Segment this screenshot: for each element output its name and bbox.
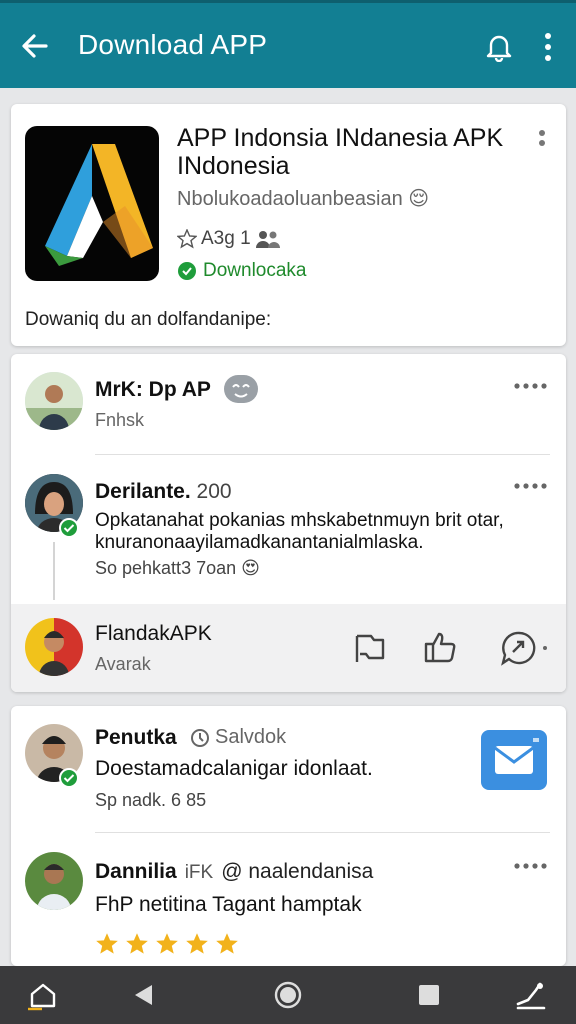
download-link[interactable]: Downlocaka <box>177 260 307 282</box>
star-icon <box>156 933 178 954</box>
verified-badge-icon <box>59 518 79 538</box>
app-logo <box>25 126 159 281</box>
post-author[interactable]: Dannilia <box>95 860 177 884</box>
nav-home-icon[interactable] <box>271 978 305 1012</box>
feed-card: Penutka Salvdok Doestamadcalanigar idonl… <box>11 706 566 966</box>
app-description: Dowaniq du an dolfandanipe: <box>25 309 272 330</box>
post-meta: So pehkatt3 7oan 😍 <box>95 558 260 578</box>
star-outline-icon <box>177 229 197 249</box>
post-actions-row: FlandakAPK Avarak <box>11 604 566 692</box>
avatar[interactable] <box>25 372 83 430</box>
star-icon <box>216 933 238 954</box>
post-handle[interactable]: @ naalendanisa <box>221 860 373 884</box>
post-body: FhP netitina Tagant hamptak <box>95 893 362 916</box>
more-horiz-icon[interactable] <box>513 382 547 390</box>
download-status-icon <box>178 262 196 280</box>
verified-badge-icon <box>59 768 79 788</box>
history-icon <box>191 728 209 747</box>
avatar[interactable] <box>25 618 83 676</box>
like-icon[interactable] <box>423 630 459 664</box>
bell-icon[interactable] <box>483 30 515 62</box>
app-bar: Download APP <box>0 0 576 88</box>
post-author[interactable]: Penutka <box>95 726 177 750</box>
post-body: Doestamadcalanigar idonlaat. <box>95 757 373 780</box>
system-nav-bar <box>0 966 576 1024</box>
star-rating <box>95 932 239 956</box>
nav-back-icon[interactable] <box>126 978 160 1012</box>
share-icon[interactable] <box>501 630 549 666</box>
post-handle-prefix: iFK <box>184 862 214 883</box>
more-horiz-icon[interactable] <box>513 482 547 490</box>
post-body: Opkatanahat pokanias mhskabetnmuyn brit … <box>95 510 504 553</box>
star-icon <box>96 933 118 954</box>
rating-row: A3g 1 <box>177 228 281 250</box>
star-icon <box>186 933 208 954</box>
back-arrow-icon[interactable] <box>20 31 50 61</box>
home-outline-icon[interactable] <box>26 978 60 1012</box>
post-tag: Salvdok <box>189 726 286 749</box>
post-author[interactable]: MrK: Dp AP <box>95 378 211 402</box>
card-more-icon[interactable] <box>537 128 547 154</box>
app-info-card[interactable]: APP Indonsia INdanesia APK INdonesia Nbo… <box>11 104 566 346</box>
post-count: 200 <box>196 480 232 503</box>
feed-post[interactable]: Penutka Salvdok Doestamadcalanigar idonl… <box>11 706 566 832</box>
page-title: Download APP <box>78 29 268 60</box>
post-subtitle: Fnhsk <box>95 410 145 430</box>
avatar[interactable] <box>25 852 83 910</box>
mail-app-icon[interactable] <box>481 730 547 790</box>
feed-post[interactable]: MrK: Dp AP Fnhsk <box>11 354 566 454</box>
rating-value: A3g 1 <box>201 228 251 249</box>
reaction-icon <box>224 375 258 403</box>
app-title: APP Indonsia INdanesia APK INdonesia <box>177 124 504 180</box>
download-label: Downlocaka <box>203 260 307 281</box>
tool-icon[interactable] <box>514 978 548 1012</box>
more-vert-icon[interactable] <box>538 31 558 63</box>
flag-icon[interactable] <box>353 632 387 664</box>
feed-post[interactable]: Dannilia iFK @ naalendanisa FhP netitina… <box>11 832 566 966</box>
post-header: Dannilia iFK @ naalendanisa <box>95 860 373 884</box>
nav-recents-icon[interactable] <box>412 978 446 1012</box>
post-author[interactable]: FlandakAPK <box>95 622 212 646</box>
more-horiz-icon[interactable] <box>513 862 547 870</box>
star-icon <box>126 933 148 954</box>
post-subtitle: Avarak <box>95 654 151 674</box>
app-subtitle: Nbolukoadaoluanbeasian 😌 <box>177 188 430 210</box>
post-meta: Sp nadk. 6 85 <box>95 790 207 810</box>
thread-line <box>53 542 55 600</box>
post-author[interactable]: Derilante. 200 <box>95 480 232 504</box>
people-icon <box>255 231 280 248</box>
feed-card: MrK: Dp AP Fnhsk Derilante. 200 Opkatana… <box>11 354 566 692</box>
feed-post[interactable]: Derilante. 200 Opkatanahat pokanias mhsk… <box>11 454 566 604</box>
